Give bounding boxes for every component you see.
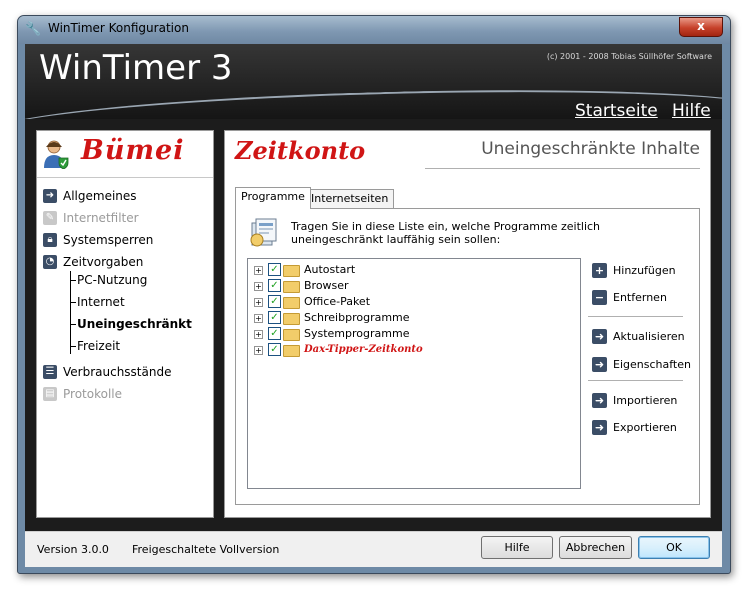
checkbox[interactable]: ✓ <box>268 327 281 340</box>
folder-icon <box>283 265 300 277</box>
tree-line <box>70 271 71 354</box>
logo: Bümei <box>81 135 185 166</box>
arrow-right-icon: ➜ <box>592 357 607 372</box>
wrench-icon: 🔧 <box>25 22 42 37</box>
program-list[interactable]: + ✓ Autostart + ✓ Browser + ✓ Office-Pak… <box>247 258 581 489</box>
expand-icon[interactable]: + <box>254 346 263 355</box>
tab-internetseiten[interactable]: Internetseiten <box>305 189 395 208</box>
home-link[interactable]: Startseite <box>575 101 658 119</box>
user-shield-icon <box>44 140 69 169</box>
tree-branch <box>70 280 76 281</box>
expand-icon[interactable]: + <box>254 266 263 275</box>
folder-icon <box>283 297 300 309</box>
tree-branch <box>70 346 76 347</box>
sidebar-subitem-internet[interactable]: Internet <box>77 293 125 311</box>
checkbox[interactable]: ✓ <box>268 295 281 308</box>
section-title: Uneingeschränkte Inhalte <box>481 139 700 159</box>
help-button[interactable]: Hilfe <box>481 536 553 559</box>
close-button[interactable]: x <box>679 17 723 37</box>
expand-icon[interactable]: + <box>254 282 263 291</box>
copyright-text: (c) 2001 - 2008 Tobias Süllhöfer Softwar… <box>546 52 712 61</box>
separator <box>588 316 683 317</box>
checkbox[interactable]: ✓ <box>268 279 281 292</box>
pencil-icon: ✎ <box>43 211 57 225</box>
checkbox[interactable]: ✓ <box>268 311 281 324</box>
app-title: WinTimer 3 <box>39 48 233 88</box>
arrow-right-icon: ➜ <box>592 420 607 435</box>
sidebar-item-protokolle: ▤ Protokolle <box>43 385 203 403</box>
sidebar: Bümei ➜ Allgemeines ✎ Internetfilter 🔒︎ … <box>36 130 214 518</box>
folder-icon <box>283 281 300 293</box>
help-link[interactable]: Hilfe <box>672 101 711 119</box>
logo-row: Bümei <box>37 131 213 178</box>
sidebar-subitem-freizeit[interactable]: Freizeit <box>77 337 120 355</box>
sidebar-subitem-pc-nutzung[interactable]: PC-Nutzung <box>77 271 147 289</box>
programs-icon <box>250 218 277 247</box>
folder-icon <box>283 329 300 341</box>
sidebar-item-internetfilter: ✎ Internetfilter <box>43 209 203 227</box>
expand-icon[interactable]: + <box>254 314 263 323</box>
sidebar-subitem-uneingeschraenkt[interactable]: Uneingeschränkt <box>77 315 192 333</box>
arrow-right-icon: ➜ <box>592 393 607 408</box>
checkbox[interactable]: ✓ <box>268 343 281 356</box>
footer-bar: Version 3.0.0 Freigeschaltete Vollversio… <box>25 531 722 567</box>
title-divider <box>425 168 700 169</box>
brand-logo: Zeitkonto <box>235 136 366 165</box>
arrow-right-icon: ➜ <box>592 329 607 344</box>
intro-text: Tragen Sie in diese Liste ein, welche Pr… <box>291 220 601 246</box>
tab-content: Tragen Sie in diese Liste ein, welche Pr… <box>235 208 700 505</box>
tree-branch <box>70 302 76 303</box>
minus-icon: − <box>592 290 607 305</box>
main-panel: Zeitkonto Uneingeschränkte Inhalte Progr… <box>224 130 711 518</box>
version-label: Version 3.0.0 <box>37 543 109 556</box>
plus-icon: + <box>592 263 607 278</box>
app-window: 🔧 WinTimer Konfiguration x WinTimer 3 (c… <box>17 15 731 574</box>
clock-icon: ◔ <box>43 255 57 269</box>
clipboard-icon: ▤ <box>43 387 57 401</box>
ok-button[interactable]: OK <box>638 536 710 559</box>
header-banner: WinTimer 3 (c) 2001 - 2008 Tobias Süllhö… <box>25 44 722 119</box>
window-client: WinTimer 3 (c) 2001 - 2008 Tobias Süllhö… <box>25 44 722 567</box>
sidebar-item-zeitvorgaben[interactable]: ◔ Zeitvorgaben <box>43 253 203 271</box>
folder-icon <box>283 345 300 357</box>
list-icon: ☰ <box>43 365 57 379</box>
title-bar[interactable]: 🔧 WinTimer Konfiguration x <box>18 16 730 44</box>
tab-programme[interactable]: Programme <box>235 187 311 209</box>
license-label: Freigeschaltete Vollversion <box>132 543 280 556</box>
sidebar-item-systemsperren[interactable]: 🔒︎ Systemsperren <box>43 231 203 249</box>
sidebar-item-allgemeines[interactable]: ➜ Allgemeines <box>43 187 203 205</box>
checkbox[interactable]: ✓ <box>268 263 281 276</box>
expand-icon[interactable]: + <box>254 298 263 307</box>
expand-icon[interactable]: + <box>254 330 263 339</box>
folder-icon <box>283 313 300 325</box>
separator <box>588 380 683 381</box>
cancel-button[interactable]: Abbrechen <box>559 536 632 559</box>
tree-branch <box>70 324 76 325</box>
lock-icon: 🔒︎ <box>43 233 57 247</box>
arrow-right-icon: ➜ <box>43 189 57 203</box>
sidebar-item-verbrauchsstaende[interactable]: ☰ Verbrauchsstände <box>43 363 203 381</box>
window-title: WinTimer Konfiguration <box>48 21 189 35</box>
